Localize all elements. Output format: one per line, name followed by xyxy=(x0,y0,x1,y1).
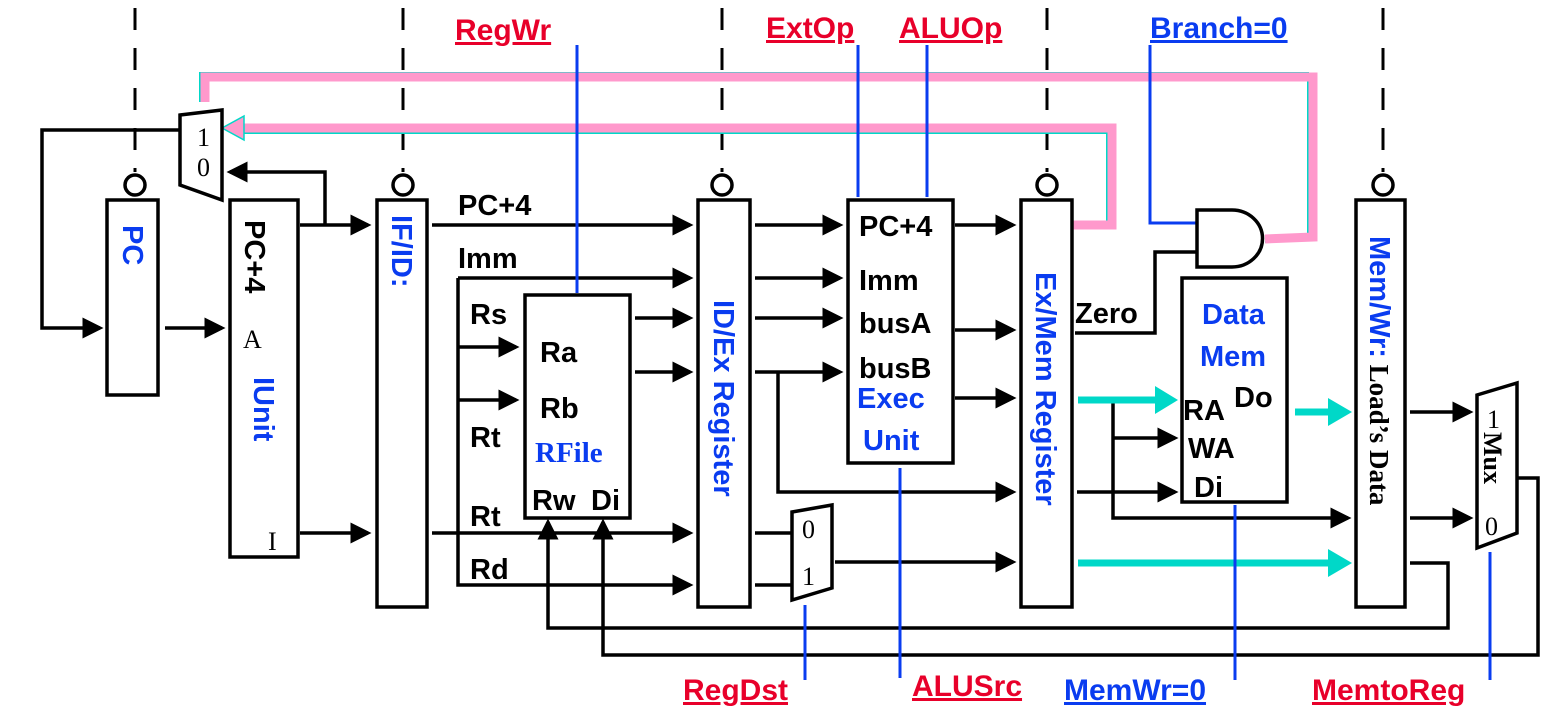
pipeline-datapath-diagram: 1 0 PC PC+4 A IUnit I IF/ID: PC+4 Imm Rs… xyxy=(40,8,1540,707)
svg-text:A: A xyxy=(243,325,262,354)
svg-text:0: 0 xyxy=(1485,512,1498,541)
pc-register: PC xyxy=(105,198,160,397)
svg-text:busB: busB xyxy=(859,353,932,385)
svg-text:busA: busA xyxy=(859,308,932,340)
and-gate xyxy=(1195,208,1265,269)
svg-text:Rs: Rs xyxy=(470,299,507,331)
id-ex-register: ID/Ex Register xyxy=(696,198,752,609)
svg-text:Rw: Rw xyxy=(532,485,576,517)
svg-text:Di: Di xyxy=(591,485,620,517)
svg-text:Imm: Imm xyxy=(458,243,518,275)
decode-field-labels: PC+4 Imm Rs Rt Rt Rd xyxy=(458,190,531,586)
svg-text:Mem/Wr: Load’s Data: Mem/Wr: Load’s Data xyxy=(1363,236,1395,506)
regwr-label: RegWr xyxy=(455,14,551,47)
svg-text:Imm: Imm xyxy=(859,265,919,297)
svg-text:Data: Data xyxy=(1202,299,1266,331)
svg-text:Zero: Zero xyxy=(1075,298,1138,330)
svg-text:1: 1 xyxy=(1487,405,1500,434)
svg-text:Rb: Rb xyxy=(540,393,579,425)
svg-text:PC: PC xyxy=(116,225,148,265)
mem-wr-label: Mem/Wr: xyxy=(1363,236,1395,358)
svg-text:Ex/Mem Register: Ex/Mem Register xyxy=(1029,272,1061,506)
regdst-mux: 0 1 xyxy=(790,502,834,603)
svg-text:ID/Ex Register: ID/Ex Register xyxy=(707,300,739,497)
instruction-unit: PC+4 A IUnit I xyxy=(228,198,300,559)
register-file: Ra Rb RFile Rw Di xyxy=(523,293,632,520)
svg-text:Di: Di xyxy=(1194,472,1223,504)
svg-text:Rt: Rt xyxy=(470,501,501,533)
exec-unit: PC+4 Imm busA busB Exec Unit xyxy=(846,198,955,465)
svg-text:PC+4: PC+4 xyxy=(859,211,932,243)
if-id-register: IF/ID: xyxy=(375,198,429,609)
svg-text:Mem: Mem xyxy=(1200,341,1266,373)
svg-text:0: 0 xyxy=(197,153,210,182)
mem-wr-register: Mem/Wr: Load’s Data xyxy=(1354,198,1407,609)
svg-text:1: 1 xyxy=(197,123,210,152)
data-memory: Data Mem RA Do WA Di xyxy=(1180,276,1289,504)
svg-text:1: 1 xyxy=(802,562,815,591)
branch-feedback-paths xyxy=(199,72,1318,244)
svg-text:PC+4: PC+4 xyxy=(458,190,531,222)
branch-label: Branch=0 xyxy=(1150,12,1288,45)
svg-text:Unit: Unit xyxy=(863,425,920,457)
memtoreg-mux: 1 Mux 0 xyxy=(1475,380,1519,551)
svg-text:Mux: Mux xyxy=(1478,432,1507,484)
svg-text:I: I xyxy=(268,527,277,556)
loads-data-label: Load’s Data xyxy=(1364,358,1394,506)
svg-text:Rt: Rt xyxy=(470,422,501,454)
svg-text:0: 0 xyxy=(802,515,815,544)
svg-text:Rd: Rd xyxy=(470,554,509,586)
svg-text:IUnit: IUnit xyxy=(247,377,279,442)
svg-text:Do: Do xyxy=(1234,382,1273,414)
memwr-label: MemWr=0 xyxy=(1064,674,1206,707)
svg-text:PC+4: PC+4 xyxy=(238,220,270,293)
extop-label: ExtOp xyxy=(766,12,854,45)
memtoreg-label: MemtoReg xyxy=(1312,674,1465,707)
aluop-label: ALUOp xyxy=(899,12,1002,45)
regdst-label: RegDst xyxy=(683,674,788,707)
svg-text:Ra: Ra xyxy=(540,337,578,369)
alusrc-label: ALUSrc xyxy=(912,670,1022,703)
pc-mux: 1 0 xyxy=(178,108,224,203)
svg-text:WA: WA xyxy=(1188,433,1235,465)
svg-text:RA: RA xyxy=(1183,395,1225,427)
svg-text:Exec: Exec xyxy=(857,383,925,415)
svg-text:RFile: RFile xyxy=(535,437,603,469)
svg-text:IF/ID:: IF/ID: xyxy=(385,215,417,288)
